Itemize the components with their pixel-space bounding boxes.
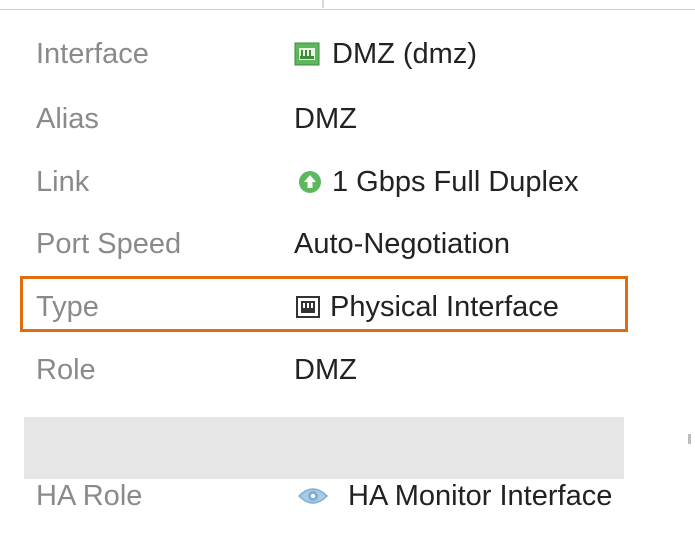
port-speed-value-text: Auto-Negotiation — [294, 228, 511, 260]
type-row-highlight-box — [20, 276, 628, 332]
interface-label: Interface — [36, 38, 149, 70]
top-divider — [0, 0, 695, 10]
role-value-text: DMZ — [294, 354, 357, 386]
interface-value: DMZ (dmz) — [294, 24, 477, 84]
port-speed-label: Port Speed — [36, 228, 182, 260]
row-port-speed: Port Speed Auto-Negotiation — [0, 214, 695, 274]
row-link: Link 1 Gbps Full Duplex — [0, 152, 695, 212]
alias-value-text: DMZ — [294, 103, 357, 135]
ha-role-value-text: HA Monitor Interface — [348, 480, 613, 512]
row-interface: Interface DMZ (dmz) — [0, 24, 695, 84]
row-role: Role DMZ — [0, 340, 695, 400]
link-value: 1 Gbps Full Duplex — [298, 152, 579, 212]
interface-properties-panel: Interface DMZ (dmz) Alias DMZ Link 1 Gbp… — [0, 0, 695, 536]
network-port-icon — [294, 42, 320, 66]
row-ha-role: HA Role HA Monitor Interface — [0, 466, 695, 526]
role-label: Role — [36, 354, 96, 386]
link-up-arrow-icon — [298, 170, 322, 194]
role-value: DMZ — [294, 340, 357, 400]
ha-role-label: HA Role — [36, 480, 143, 512]
row-alias: Alias DMZ — [0, 89, 695, 149]
link-label: Link — [36, 166, 90, 198]
ha-role-value: HA Monitor Interface — [298, 466, 612, 526]
eye-icon — [298, 486, 328, 506]
alias-label: Alias — [36, 103, 99, 135]
interface-value-text: DMZ (dmz) — [332, 38, 477, 70]
port-speed-value: Auto-Negotiation — [294, 214, 510, 274]
alias-value: DMZ — [294, 89, 357, 149]
link-value-text: 1 Gbps Full Duplex — [332, 166, 579, 198]
column-divider-tick — [322, 0, 324, 8]
edge-mark — [688, 434, 691, 444]
